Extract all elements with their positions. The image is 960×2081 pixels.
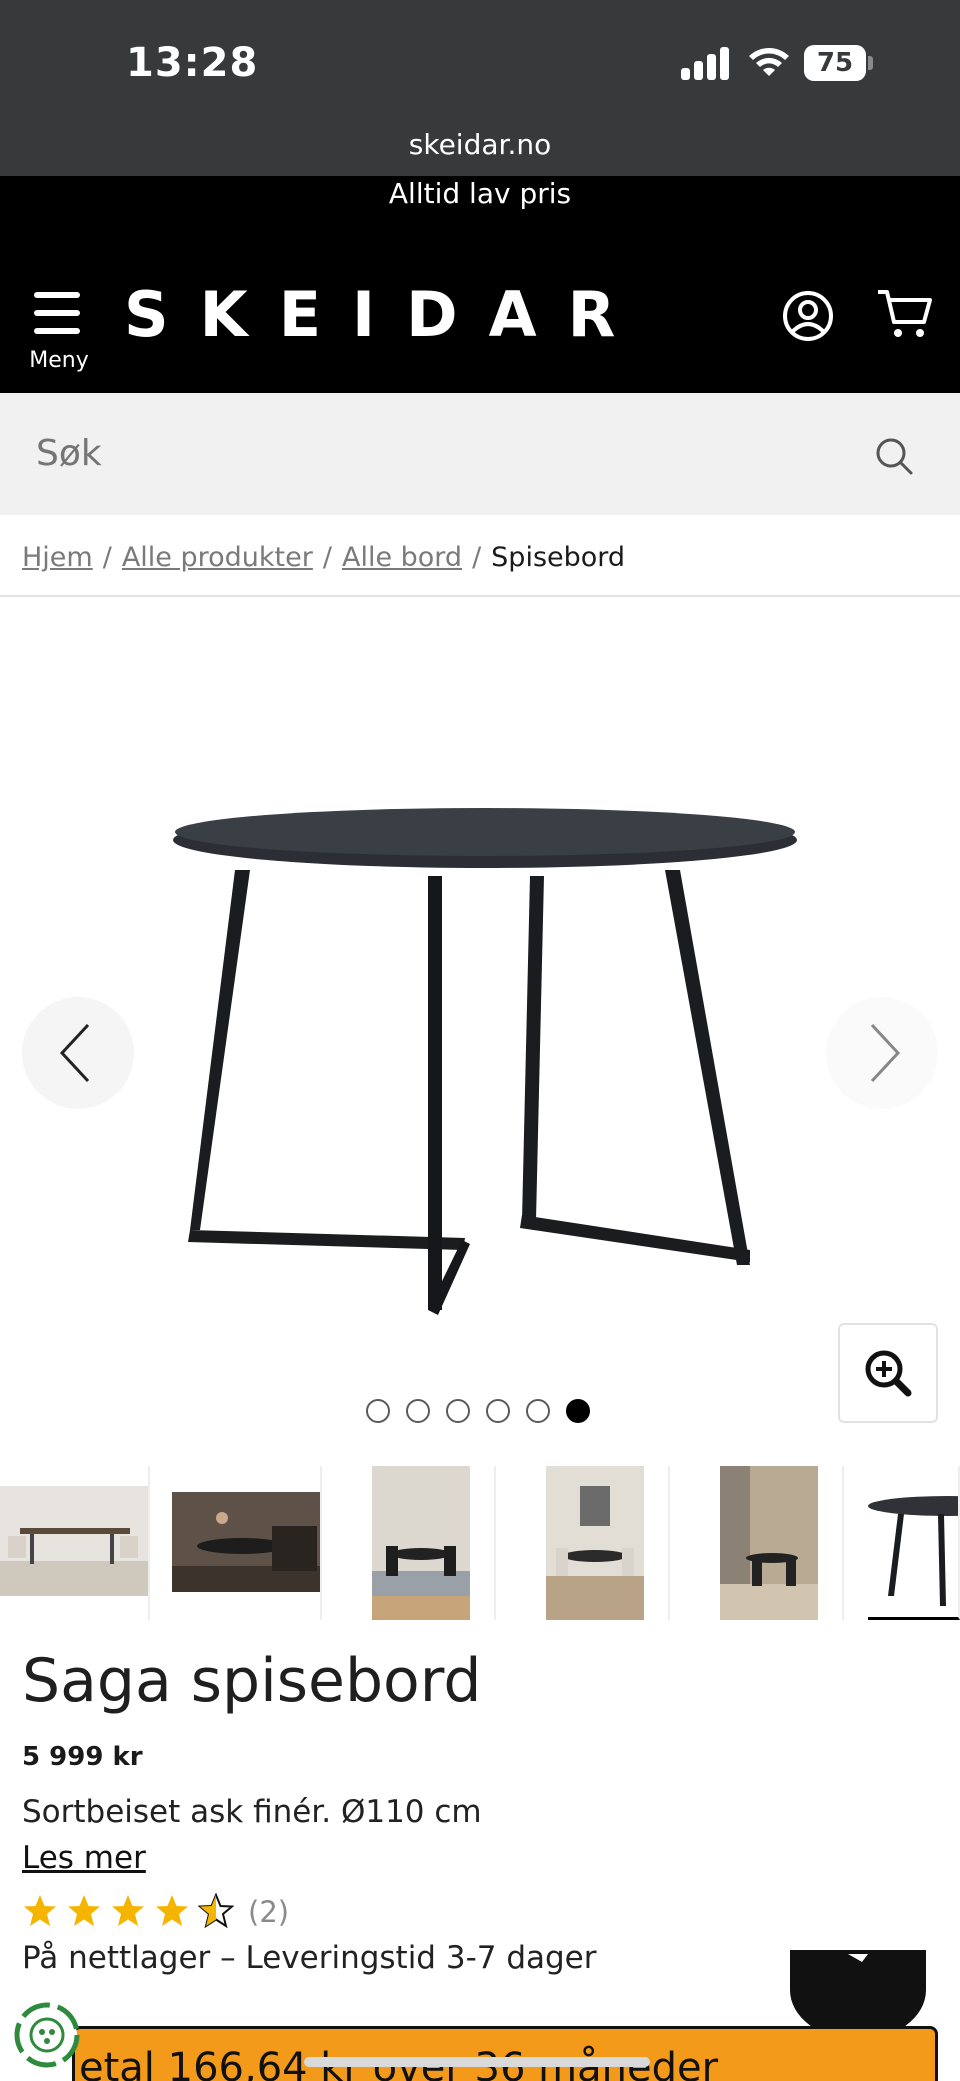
thumbnail[interactable]	[694, 1466, 844, 1620]
product-image[interactable]	[160, 770, 810, 1330]
thumbnail[interactable]	[0, 1466, 150, 1620]
battery-level: 75	[804, 45, 866, 81]
cart-icon[interactable]	[876, 288, 934, 340]
pagination-dot[interactable]	[526, 1399, 550, 1423]
status-time: 13:28	[126, 40, 259, 86]
next-image-button[interactable]	[826, 997, 938, 1109]
breadcrumb-separator: /	[472, 542, 482, 573]
pagination-dot[interactable]	[486, 1399, 510, 1423]
wifi-icon	[749, 48, 789, 76]
star-icon	[112, 1895, 144, 1926]
battery-icon: 75	[804, 45, 873, 81]
breadcrumb-separator: /	[102, 542, 112, 573]
search-bar	[0, 393, 960, 515]
status-bar: 13:28 75 skeidar.no	[0, 0, 960, 176]
product-price: 5 999 kr	[22, 1742, 143, 1772]
pagination-dot[interactable]	[406, 1399, 430, 1423]
menu-label: Meny	[29, 348, 89, 373]
thumbnail-strip	[0, 1466, 960, 1620]
zoom-in-icon	[865, 1350, 912, 1397]
pagination-dot[interactable]	[366, 1399, 390, 1423]
url-bar[interactable]: skeidar.no	[0, 128, 960, 161]
zoom-button[interactable]	[838, 1323, 938, 1423]
menu-button[interactable]: Meny	[28, 290, 90, 374]
chevron-right-icon	[870, 1023, 901, 1083]
breadcrumb-home[interactable]: Hjem	[22, 542, 93, 573]
breadcrumb: Hjem / Alle produkter / Alle bord / Spisebord	[22, 542, 625, 573]
breadcrumb-all-products[interactable]: Alle produkter	[122, 542, 313, 573]
star-icon	[156, 1895, 188, 1926]
financing-banner[interactable]: etal 166,64 kr over 36 måneder	[72, 2026, 938, 2081]
pagination-dot-active[interactable]	[566, 1399, 590, 1423]
product-description: Sortbeiset ask finér. Ø110 cm	[22, 1794, 482, 1830]
thumbnail[interactable]	[520, 1466, 670, 1620]
breadcrumb-separator: /	[322, 542, 332, 573]
thumbnail-active[interactable]	[868, 1466, 960, 1620]
home-indicator	[304, 2057, 650, 2067]
divider	[0, 595, 960, 597]
recycle-badge-icon[interactable]	[14, 2002, 80, 2068]
thumbnail[interactable]	[172, 1466, 322, 1620]
menu-icon	[34, 292, 80, 298]
previous-image-button[interactable]	[22, 997, 134, 1109]
signal-icon	[681, 46, 731, 80]
chevron-left-icon	[59, 1023, 90, 1083]
breadcrumb-all-tables[interactable]: Alle bord	[342, 542, 462, 573]
star-half-icon	[198, 1893, 234, 1929]
search-icon[interactable]	[874, 436, 914, 476]
thumbnail[interactable]	[346, 1466, 496, 1620]
pagination-dot[interactable]	[446, 1399, 470, 1423]
search-input[interactable]	[36, 433, 836, 474]
breadcrumb-current: Spisebord	[491, 542, 626, 573]
rating-count[interactable]: (2)	[248, 1895, 289, 1929]
promo-banner: Alltid lav pris	[388, 177, 572, 210]
availability-status: På nettlager – Leveringstid 3-7 dager	[22, 1940, 597, 1976]
account-icon[interactable]	[782, 290, 834, 342]
read-more-link[interactable]: Les mer	[22, 1840, 146, 1876]
product-title: Saga spisebord	[22, 1646, 482, 1716]
star-icon	[24, 1895, 56, 1926]
star-icon	[68, 1895, 100, 1926]
site-logo[interactable]: SKEIDAR	[124, 278, 646, 351]
